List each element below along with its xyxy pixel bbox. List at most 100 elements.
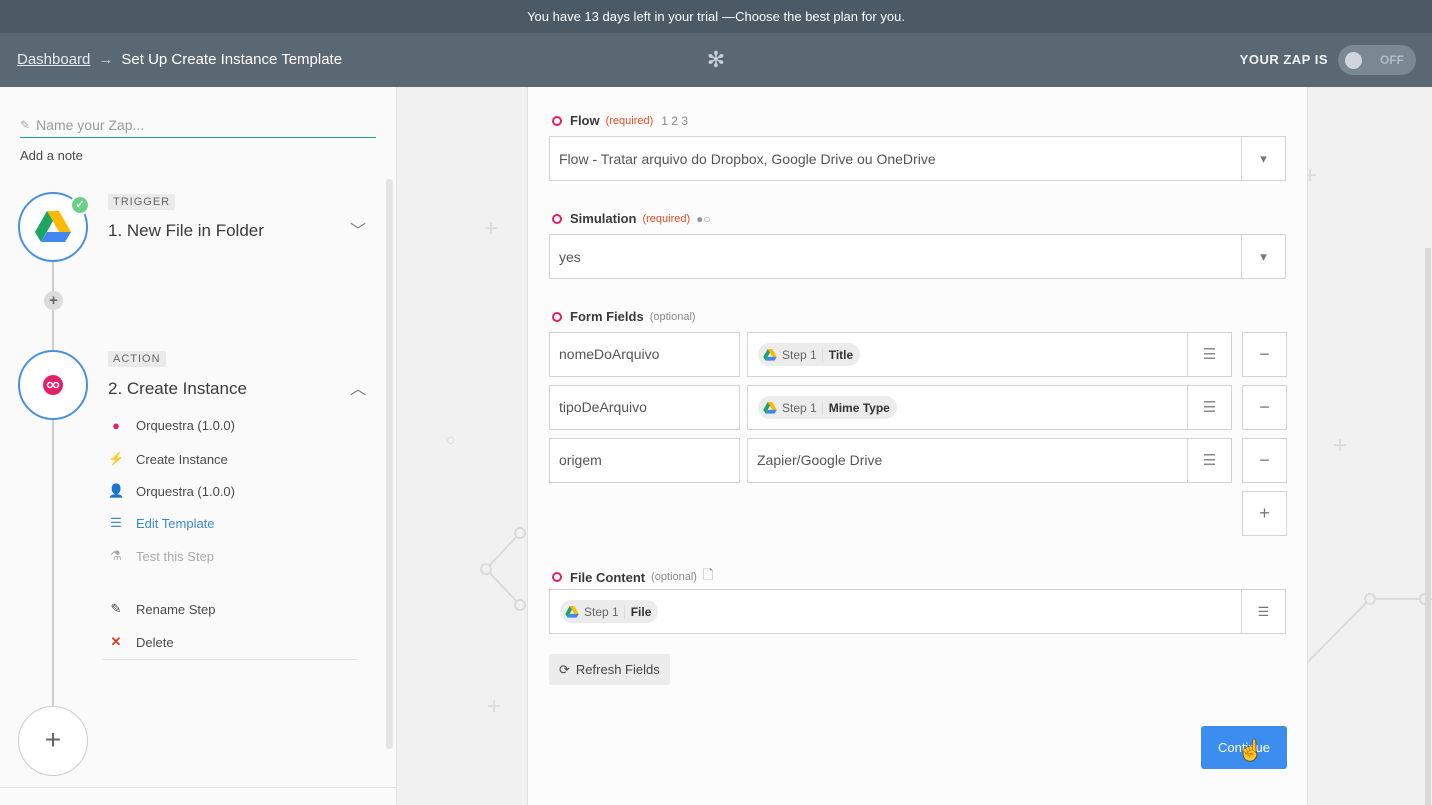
form-field-value-text: Zapier/Google Drive: [757, 452, 883, 468]
add-row-button[interactable]: +: [1242, 491, 1287, 536]
google-drive-icon: [763, 348, 777, 361]
google-drive-icon: [35, 211, 71, 242]
step-field-pill[interactable]: Step 1 Title: [758, 343, 861, 366]
flow-extra: 1 2 3: [661, 113, 688, 128]
pill-step: Step 1: [782, 400, 817, 415]
breadcrumb: Dashboard → Set Up Create Instance Templ…: [17, 51, 342, 68]
trigger-step-title[interactable]: 1. New File in Folder: [108, 221, 264, 241]
substep-edit-template[interactable]: ☰ Edit Template: [108, 515, 215, 531]
substep-label: Orquestra (1.0.0): [136, 418, 235, 433]
simulation-label-text: Simulation: [570, 211, 637, 226]
zap-on-off-toggle[interactable]: OFF: [1338, 45, 1416, 75]
orquestra-icon: [552, 572, 562, 582]
form-field-value-input[interactable]: Step 1 Title ☰: [747, 332, 1232, 377]
pill-step: Step 1: [782, 347, 817, 362]
template-form-panel: Flow (required) 1 2 3 Flow - Tratar arqu…: [527, 87, 1308, 805]
chevron-down-icon[interactable]: ▾: [1241, 235, 1285, 278]
substep-label: Create Instance: [136, 451, 228, 467]
insert-field-icon[interactable]: ☰: [1187, 439, 1231, 482]
substep-label: Test this Step: [136, 548, 215, 564]
form-field-key-input[interactable]: origem: [549, 438, 740, 483]
form-fields-label-text: Form Fields: [570, 309, 644, 324]
pill-field: Title: [821, 347, 853, 362]
sidebar-scrollbar[interactable]: [386, 179, 393, 749]
action-badge: ACTION: [108, 351, 166, 367]
remove-row-button[interactable]: −: [1242, 332, 1287, 377]
delete-label: Delete: [136, 634, 174, 650]
refresh-fields-button[interactable]: ⟳ Refresh Fields: [549, 654, 670, 685]
zap-name-input[interactable]: ✎ Name your Zap...: [20, 113, 376, 138]
form-field-value-input[interactable]: Step 1 Mime Type ☰: [747, 385, 1232, 430]
step-field-pill[interactable]: Step 1 Mime Type: [758, 396, 897, 419]
editor-header: Dashboard → Set Up Create Instance Templ…: [0, 33, 1432, 87]
simulation-select[interactable]: yes ▾: [549, 234, 1286, 279]
substep-label: Orquestra (1.0.0): [136, 483, 235, 499]
flow-label-text: Flow: [570, 113, 600, 128]
remove-row-button[interactable]: −: [1242, 438, 1287, 483]
trial-banner[interactable]: You have 13 days left in your trial —Cho…: [0, 0, 1432, 33]
add-note-link[interactable]: Add a note: [20, 148, 83, 163]
delete-x-icon: ✕: [110, 634, 122, 649]
chevron-down-icon[interactable]: ▾: [1241, 137, 1285, 180]
circle-decoration-icon: ○: [446, 432, 456, 449]
optional-tag: (optional): [651, 571, 697, 583]
google-drive-icon: [565, 605, 579, 618]
plus-decoration-icon: +: [484, 215, 499, 242]
chevron-down-icon[interactable]: ﹀: [350, 217, 366, 241]
substep-label: Edit Template: [136, 515, 215, 531]
google-drive-icon: [763, 401, 777, 414]
user-icon: 👤: [108, 483, 125, 498]
action-step-icon[interactable]: [18, 350, 88, 420]
timeline-line-lower: [52, 417, 54, 707]
canvas-scrollbar[interactable]: [1425, 248, 1431, 805]
toggle-state-label: OFF: [1380, 53, 1404, 67]
list-icon: ☰: [110, 515, 122, 530]
zap-name-placeholder: Name your Zap...: [36, 117, 145, 133]
add-step-between-button[interactable]: +: [44, 291, 63, 310]
pencil-icon: ✎: [110, 601, 122, 616]
form-fields-label: Form Fields (optional): [552, 309, 696, 324]
zapier-logo-icon[interactable]: ✻: [705, 49, 727, 71]
bolt-icon: ⚡: [108, 451, 125, 466]
toggle-knob: [1345, 52, 1362, 69]
insert-field-icon[interactable]: ☰: [1241, 590, 1285, 633]
file-content-label: File Content (optional) 🗋: [552, 566, 713, 588]
flask-icon: ⚗: [110, 548, 122, 563]
refresh-icon: ⟳: [559, 661, 570, 677]
simulation-label: Simulation (required) ●○: [552, 211, 711, 226]
form-field-key-input[interactable]: nomeDoArquivo: [549, 332, 740, 377]
zap-steps-sidebar: ✎ Name your Zap... Add a note ✓ TRIGGER …: [0, 87, 397, 805]
remove-row-button[interactable]: −: [1242, 385, 1287, 430]
chevron-up-icon[interactable]: ︿: [350, 375, 366, 399]
file-icon: 🗋: [702, 567, 714, 582]
simulation-value: yes: [559, 249, 581, 265]
delete-step-button[interactable]: ✕ Delete: [108, 634, 174, 650]
step-field-pill[interactable]: Step 1 File: [560, 600, 659, 623]
substep-account[interactable]: 👤 Orquestra (1.0.0): [108, 483, 235, 499]
trial-cta-link[interactable]: —Choose the best plan for you.: [722, 9, 905, 24]
insert-field-icon[interactable]: ☰: [1187, 386, 1231, 429]
form-field-value-input[interactable]: Zapier/Google Drive ☰: [747, 438, 1232, 483]
node-decoration-icon: [1307, 593, 1432, 663]
substep-action[interactable]: ⚡ Create Instance: [108, 451, 228, 467]
substep-test[interactable]: ⚗ Test this Step: [108, 548, 214, 564]
orquestra-icon: [552, 311, 562, 322]
orquestra-icon: ●: [112, 418, 120, 433]
rename-step-button[interactable]: ✎ Rename Step: [108, 601, 216, 617]
boolean-toggle-icon: ●○: [696, 211, 711, 226]
trial-text: You have 13 days left in your trial: [527, 9, 719, 24]
breadcrumb-arrow: →: [98, 51, 114, 68]
add-step-button[interactable]: +: [18, 706, 88, 776]
divider: [102, 659, 357, 660]
breadcrumb-dashboard-link[interactable]: Dashboard: [17, 51, 90, 68]
pill-step: Step 1: [584, 604, 619, 619]
substep-app[interactable]: ● Orquestra (1.0.0): [108, 418, 235, 433]
action-step-title[interactable]: 2. Create Instance: [108, 379, 247, 399]
flow-select[interactable]: Flow - Tratar arquivo do Dropbox, Google…: [549, 136, 1286, 181]
insert-field-icon[interactable]: ☰: [1187, 333, 1231, 376]
pill-field: File: [623, 604, 651, 619]
form-field-key-input[interactable]: tipoDeArquivo: [549, 385, 740, 430]
flow-label: Flow (required) 1 2 3: [552, 113, 688, 128]
file-content-input[interactable]: Step 1 File ☰: [549, 589, 1286, 634]
orquestra-logo-icon: [43, 375, 63, 395]
